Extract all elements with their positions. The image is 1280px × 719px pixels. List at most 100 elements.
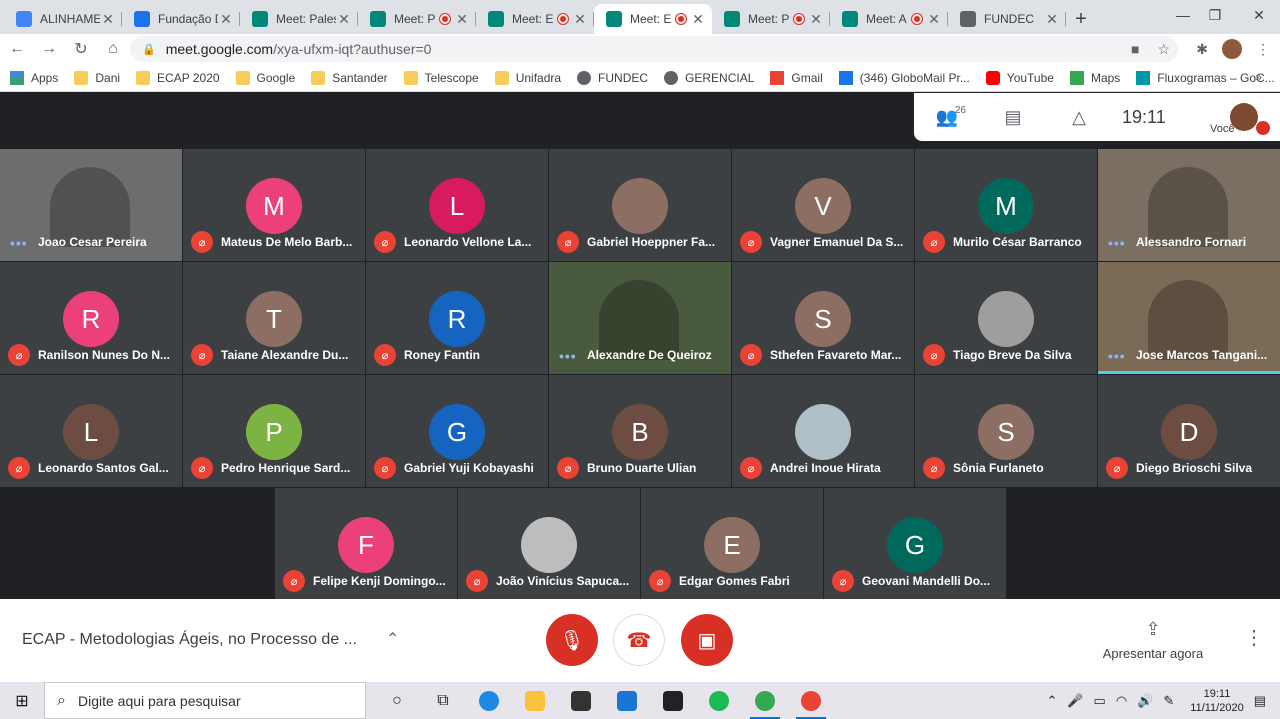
participant-tile[interactable]: E ⌀ Edgar Gomes Fabri — [641, 488, 823, 600]
close-tab-icon[interactable]: ✕ — [218, 11, 234, 28]
notifications-icon[interactable]: ▤ — [1254, 693, 1266, 709]
address-bar[interactable]: 🔒 meet.google.com/xya-ufxm-iqt?authuser=… — [130, 36, 1178, 62]
pen-icon[interactable]: ✎ — [1163, 693, 1174, 709]
close-tab-icon[interactable]: ✕ — [100, 11, 116, 28]
participant-tile[interactable]: S ⌀ Sthefen Favareto Mar... — [732, 262, 914, 374]
bookmark-item[interactable]: Fluxogramas – GoC... — [1136, 70, 1275, 85]
task-view-button[interactable]: ⧉ — [420, 682, 466, 719]
participant-tile[interactable]: T ⌀ Taiane Alexandre Du... — [183, 262, 365, 374]
close-tab-icon[interactable]: ✕ — [1044, 11, 1060, 28]
home-button[interactable]: ⌂ — [98, 34, 128, 64]
sticky-notes-app[interactable] — [650, 682, 696, 719]
chrome-menu-icon[interactable]: ⋮ — [1256, 41, 1270, 58]
participant-tile[interactable]: ••• Alessandro Fornari — [1098, 149, 1280, 261]
bookmark-item[interactable]: Gmail — [770, 70, 823, 85]
bookmark-item[interactable]: Apps — [10, 70, 58, 85]
present-now-button[interactable]: ⇪ Apresentar agora — [1098, 619, 1208, 661]
chrome-app-2[interactable] — [788, 682, 834, 719]
profile-avatar[interactable] — [1222, 39, 1242, 59]
mic-toggle-button[interactable]: 🎙 — [546, 614, 598, 666]
close-tab-icon[interactable]: ✕ — [690, 11, 706, 28]
participant-tile[interactable]: B ⌀ Bruno Duarte Ulian — [549, 375, 731, 487]
participant-tile[interactable]: L ⌀ Leonardo Santos Gal... — [0, 375, 182, 487]
volume-icon[interactable]: 🔊 — [1137, 693, 1153, 709]
participant-tile[interactable]: D ⌀ Diego Brioschi Silva — [1098, 375, 1280, 487]
close-window-button[interactable]: ✕ — [1236, 0, 1280, 30]
close-tab-icon[interactable]: ✕ — [336, 11, 352, 28]
participant-tile[interactable]: P ⌀ Pedro Henrique Sard... — [183, 375, 365, 487]
bookmark-item[interactable]: YouTube — [985, 70, 1054, 85]
microphone-icon[interactable]: 🎤 — [1067, 693, 1083, 709]
chevron-up-icon[interactable]: ⌃ — [1046, 693, 1057, 709]
bookmark-item[interactable]: FUNDEC — [577, 70, 648, 85]
participant-tile[interactable]: L ⌀ Leonardo Vellone La... — [366, 149, 548, 261]
browser-tab[interactable]: Meet: E ✕ — [476, 4, 594, 34]
taskbar-clock[interactable]: 19:11 11/11/2020 — [1190, 687, 1243, 715]
wifi-icon[interactable]: ◠ — [1116, 693, 1127, 709]
browser-tab[interactable]: Meet: A ✕ — [830, 4, 948, 34]
bookmark-item[interactable]: Google — [235, 70, 295, 85]
spotify-app[interactable] — [696, 682, 742, 719]
browser-tab[interactable]: Meet: P ✕ — [712, 4, 830, 34]
chevron-up-icon[interactable]: ⌃ — [386, 629, 399, 649]
activities-button[interactable]: △ — [1046, 93, 1112, 141]
participant-tile[interactable]: V ⌀ Vagner Emanuel Da S... — [732, 149, 914, 261]
bookmark-item[interactable]: Maps — [1069, 70, 1120, 85]
participant-tile[interactable]: ⌀ Andrei Inoue Hirata — [732, 375, 914, 487]
browser-tab[interactable]: FUNDEC ✕ — [948, 4, 1066, 34]
participant-tile[interactable]: M ⌀ Mateus De Melo Barb... — [183, 149, 365, 261]
camera-in-use-icon[interactable]: ■ — [1131, 41, 1139, 57]
participant-tile[interactable]: R ⌀ Roney Fantin — [366, 262, 548, 374]
browser-tab[interactable]: Meet: Pales ✕ — [240, 4, 358, 34]
camera-toggle-button[interactable]: ▣ — [681, 614, 733, 666]
bookmarks-overflow-icon[interactable]: » — [1255, 70, 1262, 84]
browser-tab[interactable]: ALINHAME ✕ — [4, 4, 122, 34]
participant-tile[interactable]: ⌀ Tiago Breve Da Silva — [915, 262, 1097, 374]
mail-app[interactable] — [604, 682, 650, 719]
windows-start-button[interactable]: ⊞ — [0, 682, 44, 719]
participant-tile[interactable]: M ⌀ Murilo César Barranco — [915, 149, 1097, 261]
participants-button[interactable]: 👥 26 — [914, 93, 980, 141]
explorer-app[interactable] — [512, 682, 558, 719]
maximize-button[interactable]: ❐ — [1192, 0, 1238, 30]
bookmark-item[interactable]: Santander — [311, 70, 388, 85]
participant-tile[interactable]: G ⌀ Gabriel Yuji Kobayashi — [366, 375, 548, 487]
taskbar-search[interactable]: ⌕ Digite aqui para pesquisar — [44, 682, 366, 719]
browser-tab[interactable]: Meet: P ✕ — [358, 4, 476, 34]
battery-icon[interactable]: ▭ — [1094, 693, 1106, 709]
participant-tile[interactable]: ••• Jose Marcos Tangani... — [1098, 262, 1280, 374]
bookmark-item[interactable]: ECAP 2020 — [136, 70, 220, 85]
bookmark-item[interactable]: Dani — [74, 70, 120, 85]
participant-tile[interactable]: ⌀ Gabriel Hoeppner Fa... — [549, 149, 731, 261]
participant-tile[interactable]: S ⌀ Sônia Furlaneto — [915, 375, 1097, 487]
participant-tile[interactable]: R ⌀ Ranilson Nunes Do N... — [0, 262, 182, 374]
new-tab-button[interactable]: + — [1066, 4, 1096, 34]
cortana-button[interactable]: ○ — [374, 682, 420, 719]
edge-app[interactable] — [466, 682, 512, 719]
close-tab-icon[interactable]: ✕ — [926, 11, 942, 28]
bookmark-item[interactable]: (346) GloboMail Pr... — [838, 70, 970, 85]
close-tab-icon[interactable]: ✕ — [572, 11, 588, 28]
extensions-icon[interactable]: ✱ — [1196, 41, 1208, 58]
browser-tab[interactable]: Fundação D ✕ — [122, 4, 240, 34]
bookmark-item[interactable]: Telescope — [403, 70, 479, 85]
bookmark-item[interactable]: Unifadra — [494, 70, 561, 85]
bookmark-star-icon[interactable]: ☆ — [1157, 41, 1170, 58]
participant-tile[interactable]: F ⌀ Felipe Kenji Domingo... — [275, 488, 457, 600]
participant-tile[interactable]: ⌀ João Vinícius Sapuca... — [458, 488, 640, 600]
browser-tab[interactable]: Meet: E ✕ — [594, 4, 712, 34]
participant-tile[interactable]: ••• Joao Cesar Pereira — [0, 149, 182, 261]
chat-button[interactable]: ▤ — [980, 93, 1046, 141]
forward-button[interactable]: → — [34, 34, 64, 64]
leave-call-button[interactable]: ☎ — [613, 614, 665, 666]
self-view[interactable]: Você — [1210, 97, 1270, 137]
reload-button[interactable]: ↻ — [66, 34, 96, 64]
participant-tile[interactable]: G ⌀ Geovani Mandelli Do... — [824, 488, 1006, 600]
store-app[interactable] — [558, 682, 604, 719]
close-tab-icon[interactable]: ✕ — [808, 11, 824, 28]
chrome-app-1[interactable] — [742, 682, 788, 719]
participant-tile[interactable]: ••• Alexandre De Queiroz — [549, 262, 731, 374]
bookmark-item[interactable]: GERENCIAL — [664, 70, 754, 85]
back-button[interactable]: ← — [2, 34, 32, 64]
close-tab-icon[interactable]: ✕ — [454, 11, 470, 28]
